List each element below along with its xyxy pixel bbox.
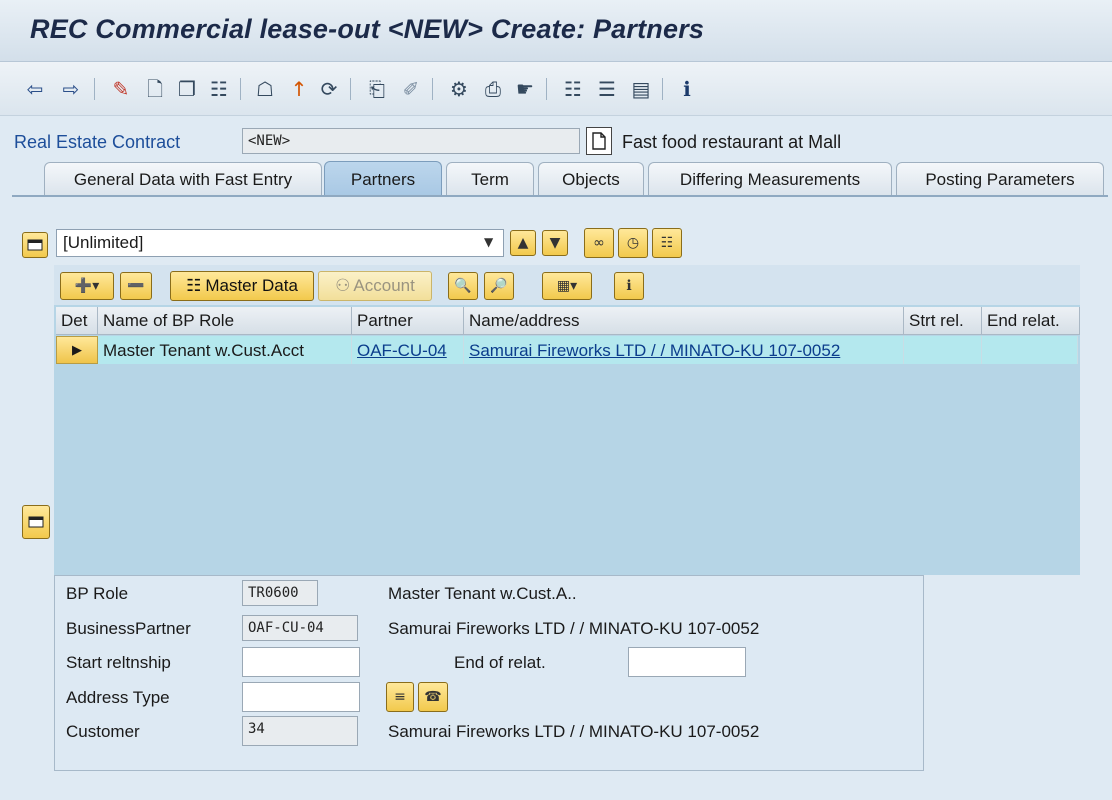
clock-icon[interactable]: ◷ [618, 228, 648, 258]
delete-row-button[interactable]: ➖ [120, 272, 152, 300]
tab-objects[interactable]: Objects [538, 162, 644, 196]
eraser-icon[interactable]: ✐ [398, 76, 424, 102]
new-document-icon[interactable]: 🗋 [142, 76, 168, 102]
export-icon[interactable]: ⎗ [364, 76, 390, 102]
grid-settings-icon[interactable]: ☷ [652, 228, 682, 258]
address-detail-icon[interactable]: ≡ [386, 682, 414, 712]
business-partner-label: BusinessPartner [66, 619, 191, 638]
master-data-icon: ☷ [186, 276, 202, 295]
org-structure-icon[interactable]: ☷ [560, 76, 586, 102]
tab-partners[interactable]: Partners [324, 161, 442, 197]
collapse-area-button[interactable] [22, 505, 50, 539]
append-row-button[interactable]: ➕▾ [60, 272, 114, 300]
find-icon[interactable]: 🔍 [448, 272, 478, 300]
column-header-start[interactable]: Strt rel. [904, 307, 982, 335]
customer-description: Samurai Fireworks LTD / / MINATO-KU 107-… [388, 722, 760, 741]
info-icon[interactable]: ℹ [614, 272, 644, 300]
column-header-end[interactable]: End relat. [982, 307, 1080, 335]
settings-icon[interactable]: ⚙ [446, 76, 472, 102]
name-address-link[interactable]: Samurai Fireworks LTD / / MINATO-KU 107-… [469, 341, 840, 360]
pointer-icon[interactable]: ☛ [512, 76, 538, 102]
display-change-icon[interactable]: ☷ [206, 76, 232, 102]
back-arrow-icon[interactable]: ⇦ [22, 76, 48, 102]
title-bar: REC Commercial lease-out <NEW> Create: P… [0, 0, 1112, 62]
table-cell-name-address[interactable]: Samurai Fireworks LTD / / MINATO-KU 107-… [464, 336, 904, 364]
column-header-det[interactable]: Det [56, 307, 98, 335]
contract-number-field[interactable]: <NEW> [242, 128, 580, 154]
scroll-down-button[interactable]: ▼ [542, 230, 568, 256]
table-cell-role[interactable]: Master Tenant w.Cust.Acct [98, 336, 352, 364]
bp-role-description: Master Tenant w.Cust.A.. [388, 584, 577, 603]
info-icon[interactable]: ℹ [674, 76, 700, 102]
application-toolbar: ⇦ ⇨ ✎ 🗋 ❐ ☷ ☖ ↑ ⟳ ⎗ ✐ ⚙ ⎙ ☛ ☷ ☰ ▤ ℹ [0, 62, 1112, 116]
column-header-role[interactable]: Name of BP Role [98, 307, 352, 335]
stack-icon[interactable]: ☰ [594, 76, 620, 102]
table-cell-partner[interactable]: OAF-CU-04 [352, 336, 464, 364]
link-icon[interactable]: ∞ [584, 228, 614, 258]
account-icon: ⚇ [335, 276, 351, 295]
layout-menu-button[interactable]: ▦▾ [542, 272, 592, 300]
account-label: Account [353, 276, 415, 295]
document-icon[interactable] [586, 127, 612, 155]
customer-field[interactable]: 34 [242, 716, 358, 746]
filter-dropdown[interactable]: [Unlimited] [56, 229, 504, 257]
bp-role-label: BP Role [66, 584, 129, 603]
forward-arrow-icon[interactable]: ⇨ [58, 76, 84, 102]
address-type-label: Address Type [66, 688, 170, 707]
master-data-label: Master Data [205, 276, 298, 295]
end-relationship-field[interactable] [628, 647, 746, 677]
master-data-button[interactable]: ☷ Master Data [170, 271, 314, 301]
tab-term[interactable]: Term [446, 162, 534, 196]
refresh-icon[interactable]: ⟳ [316, 76, 342, 102]
column-header-name-address[interactable]: Name/address [464, 307, 904, 335]
row-detail-marker[interactable]: ▶ [56, 336, 98, 364]
chevron-down-icon[interactable]: ▼ [484, 235, 493, 249]
bp-role-field[interactable]: TR0600 [242, 580, 318, 606]
contract-label: Real Estate Contract [14, 132, 181, 152]
account-button[interactable]: ⚇ Account [318, 271, 432, 301]
table-cell-start[interactable] [904, 336, 982, 364]
table-view-icon[interactable]: ▤ [628, 76, 654, 102]
tab-posting-parameters[interactable]: Posting Parameters [896, 162, 1104, 196]
phone-icon[interactable]: ☎ [418, 682, 448, 712]
partner-link[interactable]: OAF-CU-04 [357, 341, 447, 360]
hierarchy-icon[interactable]: ☖ [252, 76, 278, 102]
copy-icon[interactable]: ❐ [174, 76, 200, 102]
customer-label: Customer [66, 722, 140, 741]
upload-icon[interactable]: ↑ [286, 76, 312, 102]
business-partner-description: Samurai Fireworks LTD / / MINATO-KU 107-… [388, 619, 760, 638]
find-next-icon[interactable]: 🔎 [484, 272, 514, 300]
window-title: REC Commercial lease-out <NEW> Create: P… [30, 14, 705, 44]
tab-differing-measurements[interactable]: Differing Measurements [648, 162, 892, 196]
expand-area-button[interactable] [22, 232, 48, 258]
print-icon[interactable]: ⎙ [480, 76, 506, 102]
tab-general-data[interactable]: General Data with Fast Entry [44, 162, 322, 196]
end-relationship-label: End of relat. [454, 653, 546, 672]
table-cell-end[interactable] [982, 336, 1078, 364]
start-relationship-field[interactable] [242, 647, 360, 677]
column-header-partner[interactable]: Partner [352, 307, 464, 335]
contract-description: Fast food restaurant at Mall [622, 132, 842, 152]
scroll-up-button[interactable]: ▲ [510, 230, 536, 256]
start-relationship-label: Start reltnship [66, 653, 171, 672]
edit-pencil-icon[interactable]: ✎ [108, 76, 134, 102]
business-partner-field[interactable]: OAF-CU-04 [242, 615, 358, 641]
address-type-field[interactable] [242, 682, 360, 712]
